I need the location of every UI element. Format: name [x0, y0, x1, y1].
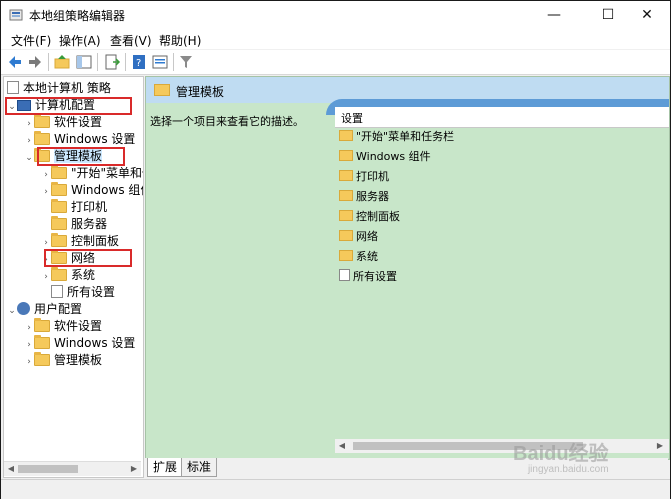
app-icon: [9, 9, 23, 21]
folder-icon: [339, 250, 353, 261]
settings-doc-icon: [339, 269, 350, 281]
details-title: 管理模板: [176, 85, 225, 99]
show-hide-tree-icon[interactable]: [75, 53, 93, 71]
settings-list: 设置 "开始"菜单和任务栏 Windows 组件 打印机 服务器 控制面板 网络…: [335, 107, 669, 459]
expanded-chevron-icon[interactable]: ⌄: [7, 303, 17, 320]
tree-node-windows-settings[interactable]: › Windows 设置: [24, 131, 135, 148]
list-item[interactable]: 系统: [339, 248, 378, 266]
status-bar: [1, 479, 670, 499]
tree-node-user-admin-templates[interactable]: › 管理模板: [24, 352, 102, 369]
filter-icon[interactable]: [177, 53, 195, 71]
folder-icon: [34, 352, 50, 366]
list-item[interactable]: 控制面板: [339, 208, 400, 226]
user-icon: [17, 302, 30, 315]
tree-node-all-settings[interactable]: 所有设置: [51, 284, 115, 301]
list-item[interactable]: Windows 组件: [339, 148, 431, 166]
menu-action[interactable]: 操作(A): [59, 32, 101, 49]
tree-node-server[interactable]: 服务器: [51, 216, 107, 233]
collapsed-chevron-icon[interactable]: ›: [24, 354, 34, 371]
export-list-icon[interactable]: [103, 53, 121, 71]
title-bar: 本地组策略编辑器 — ☐ ✕: [1, 1, 670, 29]
policy-doc-icon: [7, 81, 19, 94]
folder-icon: [339, 150, 353, 161]
up-folder-icon[interactable]: [53, 53, 71, 71]
tree-node-start-menu[interactable]: ›"开始"菜单和任: [41, 165, 143, 182]
tree-node-software-settings[interactable]: › 软件设置: [24, 114, 102, 131]
menu-file[interactable]: 文件(F): [11, 32, 51, 49]
highlight-box-network: [44, 249, 132, 267]
details-horizontal-scrollbar[interactable]: ◀ ▶: [335, 439, 669, 453]
folder-icon: [339, 170, 353, 181]
help-icon[interactable]: ?: [130, 53, 148, 71]
folder-icon: [34, 114, 50, 128]
scroll-thumb[interactable]: [18, 465, 78, 473]
settings-doc-icon: [51, 285, 63, 298]
list-item[interactable]: 网络: [339, 228, 378, 246]
details-pane: 管理模板 选择一个项目来查看它的描述。 设置 "开始"菜单和任务栏 Window…: [145, 76, 670, 460]
description-text: 选择一个项目来查看它的描述。: [150, 115, 304, 128]
folder-icon: [34, 335, 50, 349]
folder-icon: [51, 165, 67, 179]
tree-node-user-windows-settings[interactable]: › Windows 设置: [24, 335, 135, 352]
tree-node-windows-components[interactable]: ›Windows 组件: [41, 182, 143, 201]
folder-icon: [51, 267, 67, 281]
list-item[interactable]: 服务器: [339, 188, 389, 206]
tree-node-printers[interactable]: 打印机: [51, 199, 107, 216]
highlight-box-computer-config: [5, 97, 132, 115]
expanded-chevron-icon[interactable]: ⌄: [24, 150, 34, 167]
tree-node-system[interactable]: › 系统: [41, 267, 95, 284]
list-item[interactable]: 打印机: [339, 168, 389, 186]
folder-icon: [51, 182, 67, 196]
folder-icon: [51, 199, 67, 213]
list-item[interactable]: 所有设置: [339, 268, 397, 286]
folder-icon: [34, 131, 50, 145]
tab-standard[interactable]: 标准: [181, 458, 218, 477]
list-item[interactable]: "开始"菜单和任务栏: [339, 128, 454, 146]
folder-icon: [34, 318, 50, 332]
toolbar: ?: [1, 50, 670, 75]
group-policy-editor-window: 本地组策略编辑器 — ☐ ✕ 文件(F) 操作(A) 查看(V) 帮助(H) ?…: [0, 0, 671, 499]
folder-icon: [339, 230, 353, 241]
navigation-tree: 本地计算机 策略 ⌄ 计算机配置 › 软件设置 › Windows 设置 ⌄ 管理模板 …: [3, 76, 144, 478]
minimize-button[interactable]: —: [531, 1, 577, 29]
column-header-settings[interactable]: 设置: [335, 107, 669, 128]
svg-text:?: ?: [136, 58, 141, 69]
collapsed-chevron-icon[interactable]: ›: [41, 184, 51, 201]
folder-icon: [339, 210, 353, 221]
tree-node-user-config[interactable]: ⌄ 用户配置: [7, 301, 82, 318]
folder-icon: [51, 233, 67, 247]
menu-view[interactable]: 查看(V): [110, 32, 152, 49]
menu-bar: 文件(F) 操作(A) 查看(V) 帮助(H): [1, 29, 670, 49]
close-button[interactable]: ✕: [624, 1, 670, 29]
collapsed-chevron-icon[interactable]: ›: [41, 269, 51, 286]
scroll-left-icon[interactable]: ◀: [335, 439, 349, 453]
scroll-right-icon[interactable]: ▶: [127, 462, 141, 476]
folder-icon: [154, 84, 170, 96]
tree-node-user-software-settings[interactable]: › 软件设置: [24, 318, 102, 335]
properties-icon[interactable]: [151, 53, 169, 71]
tab-extended[interactable]: 扩展: [147, 458, 184, 477]
folder-icon: [339, 190, 353, 201]
tree-horizontal-scrollbar[interactable]: ◀ ▶: [4, 461, 141, 476]
menu-help[interactable]: 帮助(H): [159, 32, 201, 49]
highlight-box-admin-templates: [37, 147, 125, 166]
baidu-watermark: Baidu经验 jingyan.baidu.com: [513, 443, 609, 475]
folder-icon: [339, 130, 353, 141]
back-arrow-icon[interactable]: [6, 53, 24, 71]
window-title: 本地组策略编辑器: [29, 9, 126, 23]
tree-node-local-computer-policy[interactable]: 本地计算机 策略: [7, 80, 111, 97]
folder-icon: [51, 216, 67, 230]
scroll-left-icon[interactable]: ◀: [4, 462, 18, 476]
scroll-right-icon[interactable]: ▶: [653, 439, 667, 453]
tree-node-control-panel[interactable]: › 控制面板: [41, 233, 119, 250]
forward-arrow-icon[interactable]: [26, 53, 44, 71]
